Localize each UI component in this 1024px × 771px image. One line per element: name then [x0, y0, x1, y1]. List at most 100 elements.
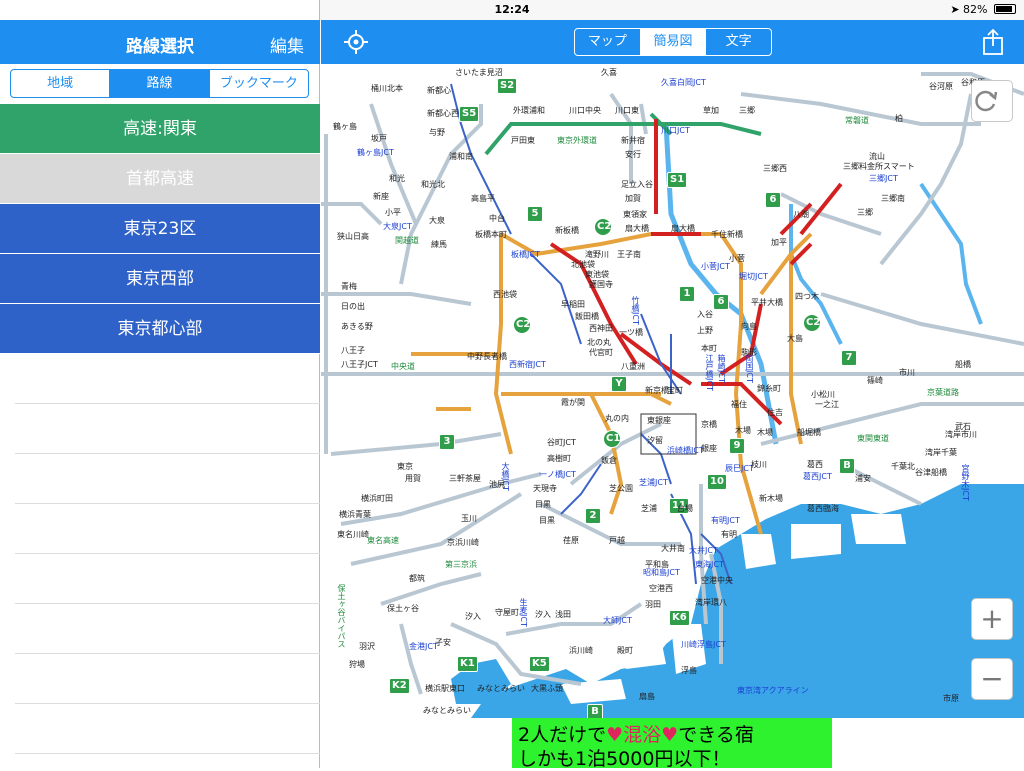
route-shield: 6	[765, 192, 781, 208]
map-label: 小平	[385, 208, 401, 217]
map-label: 東池袋	[585, 270, 609, 279]
map-label: 中台	[489, 214, 505, 223]
map-label: 川口中央	[569, 106, 601, 115]
map-label: 竹橋JCT	[631, 296, 640, 325]
map-label: 谷町JCT	[547, 438, 576, 447]
map-label: 荏原	[563, 536, 579, 545]
map-label: 平井大橋	[751, 298, 783, 307]
map-label: 目黒	[539, 516, 555, 525]
map-label: 錦糸町	[757, 384, 781, 393]
map-label: 東京湾アクアライン	[737, 686, 809, 695]
map-label: 汐留	[647, 436, 663, 445]
ad-line-1: 2人だけで♥混浴♥できる宿	[518, 724, 754, 746]
map-label: 和光	[389, 174, 405, 183]
route-shield: B	[839, 458, 855, 474]
map-label: 目黒	[535, 500, 551, 509]
route-shield: 7	[841, 350, 857, 366]
route-item[interactable]: 東京西部	[0, 254, 320, 304]
left-nav-bar: 路線選択 編集	[0, 20, 320, 64]
map-label: 用賀	[405, 474, 421, 483]
map-label: 八王子	[341, 346, 365, 355]
map-label: 一之江	[815, 400, 839, 409]
map-label: 狭山日高	[337, 232, 369, 241]
map-label: 三郷JCT	[869, 174, 898, 183]
segment-simple-diagram[interactable]: 簡易図	[639, 29, 706, 55]
map-label: 本町	[701, 344, 717, 353]
map-label: 新京橋	[645, 386, 669, 395]
route-shield: Y	[611, 376, 627, 392]
map-label: 八潮	[793, 210, 809, 219]
route-shield: K2	[389, 678, 410, 694]
heart-icon: ♥	[661, 724, 679, 746]
edit-button[interactable]: 編集	[270, 32, 304, 57]
map-label: 鶴ヶ島JCT	[357, 148, 394, 157]
map-label: 羽沢	[359, 642, 375, 651]
empty-row	[15, 504, 320, 554]
map-label: 三郷	[857, 208, 873, 217]
map-label: 北の丸	[587, 338, 611, 347]
share-icon[interactable]	[982, 28, 1004, 56]
route-item[interactable]: 東京都心部	[0, 304, 320, 354]
map-label: 浮島	[681, 666, 697, 675]
map-label: 新都心西	[427, 109, 459, 118]
map-label: 小菅JCT	[701, 262, 730, 271]
refresh-button[interactable]	[971, 80, 1013, 122]
zoom-in-button[interactable]: +	[971, 598, 1013, 640]
route-shield: C2	[594, 218, 612, 236]
route-item[interactable]: 東京23区	[0, 204, 320, 254]
map-label: 両国JCT	[745, 354, 754, 383]
map-label: 台場	[677, 504, 693, 513]
map-label: 東名高速	[367, 536, 399, 545]
map-label: 小菅	[729, 254, 745, 263]
map-label: 浅田	[555, 610, 571, 619]
battery-icon	[994, 4, 1016, 14]
ad-banner[interactable]: 2人だけで♥混浴♥できる宿 しかも1泊5000円以下！	[512, 718, 832, 770]
map-label: 有明	[721, 530, 737, 539]
segment-map[interactable]: マップ	[575, 29, 640, 55]
map-label: 千葉北	[891, 462, 915, 471]
expressway-map[interactable]: S2 S5 S1 5 C2 6 1 6 C2 7 C2 Y C1 9 3 2 1…	[321, 64, 1024, 718]
route-item[interactable]: 高速:関東	[0, 104, 320, 154]
route-item[interactable]: 首都高速	[0, 154, 320, 204]
map-label: 千住新橋	[711, 230, 743, 239]
empty-row	[15, 454, 320, 504]
map-label: 川口JCT	[661, 126, 690, 135]
current-location-icon[interactable]	[343, 29, 369, 55]
map-label: 都筑	[409, 574, 425, 583]
map-label: 谷津船橋	[915, 468, 947, 477]
empty-row	[15, 604, 320, 654]
map-label: 和光北	[421, 180, 445, 189]
segment-bookmark[interactable]: ブックマーク	[208, 70, 308, 97]
map-label: 葛西JCT	[803, 472, 832, 481]
battery-percent: 82%	[963, 3, 988, 16]
map-label: 扇島	[639, 692, 655, 701]
map-label: 一ツ橋	[619, 328, 643, 337]
map-label: 一ノ橋JCT	[539, 470, 576, 479]
map-label: 外環浦和	[513, 106, 545, 115]
segment-route[interactable]: 路線	[109, 70, 209, 97]
map-label: 空港中央	[701, 576, 733, 585]
segment-region[interactable]: 地域	[11, 70, 109, 97]
map-label: 流山	[869, 152, 885, 161]
empty-row	[15, 654, 320, 704]
map-label: 川崎浮島JCT	[681, 640, 726, 649]
map-label: あきる野	[341, 322, 373, 331]
map-label: 戸田東	[511, 136, 535, 145]
route-shield: C2	[803, 314, 821, 332]
map-label: 浜川崎	[569, 646, 593, 655]
map-label: 新木場	[759, 494, 783, 503]
map-label: 向島	[741, 322, 757, 331]
map-label: 辰巳JCT	[725, 464, 754, 473]
route-shield: S2	[497, 78, 518, 94]
zoom-out-button[interactable]: −	[971, 658, 1013, 700]
map-label: 西池袋	[493, 290, 517, 299]
map-label: 生麦JCT	[519, 598, 528, 627]
segment-text[interactable]: 文字	[705, 29, 771, 55]
route-shield: K5	[529, 656, 550, 672]
map-label: 東名川崎	[337, 530, 369, 539]
map-label: 大島	[787, 334, 803, 343]
map-label: 三軒茶屋	[449, 474, 481, 483]
map-label: 殿町	[617, 646, 633, 655]
map-label: 宮野木JCT	[961, 464, 970, 501]
map-label: 横浜町田	[361, 494, 393, 503]
